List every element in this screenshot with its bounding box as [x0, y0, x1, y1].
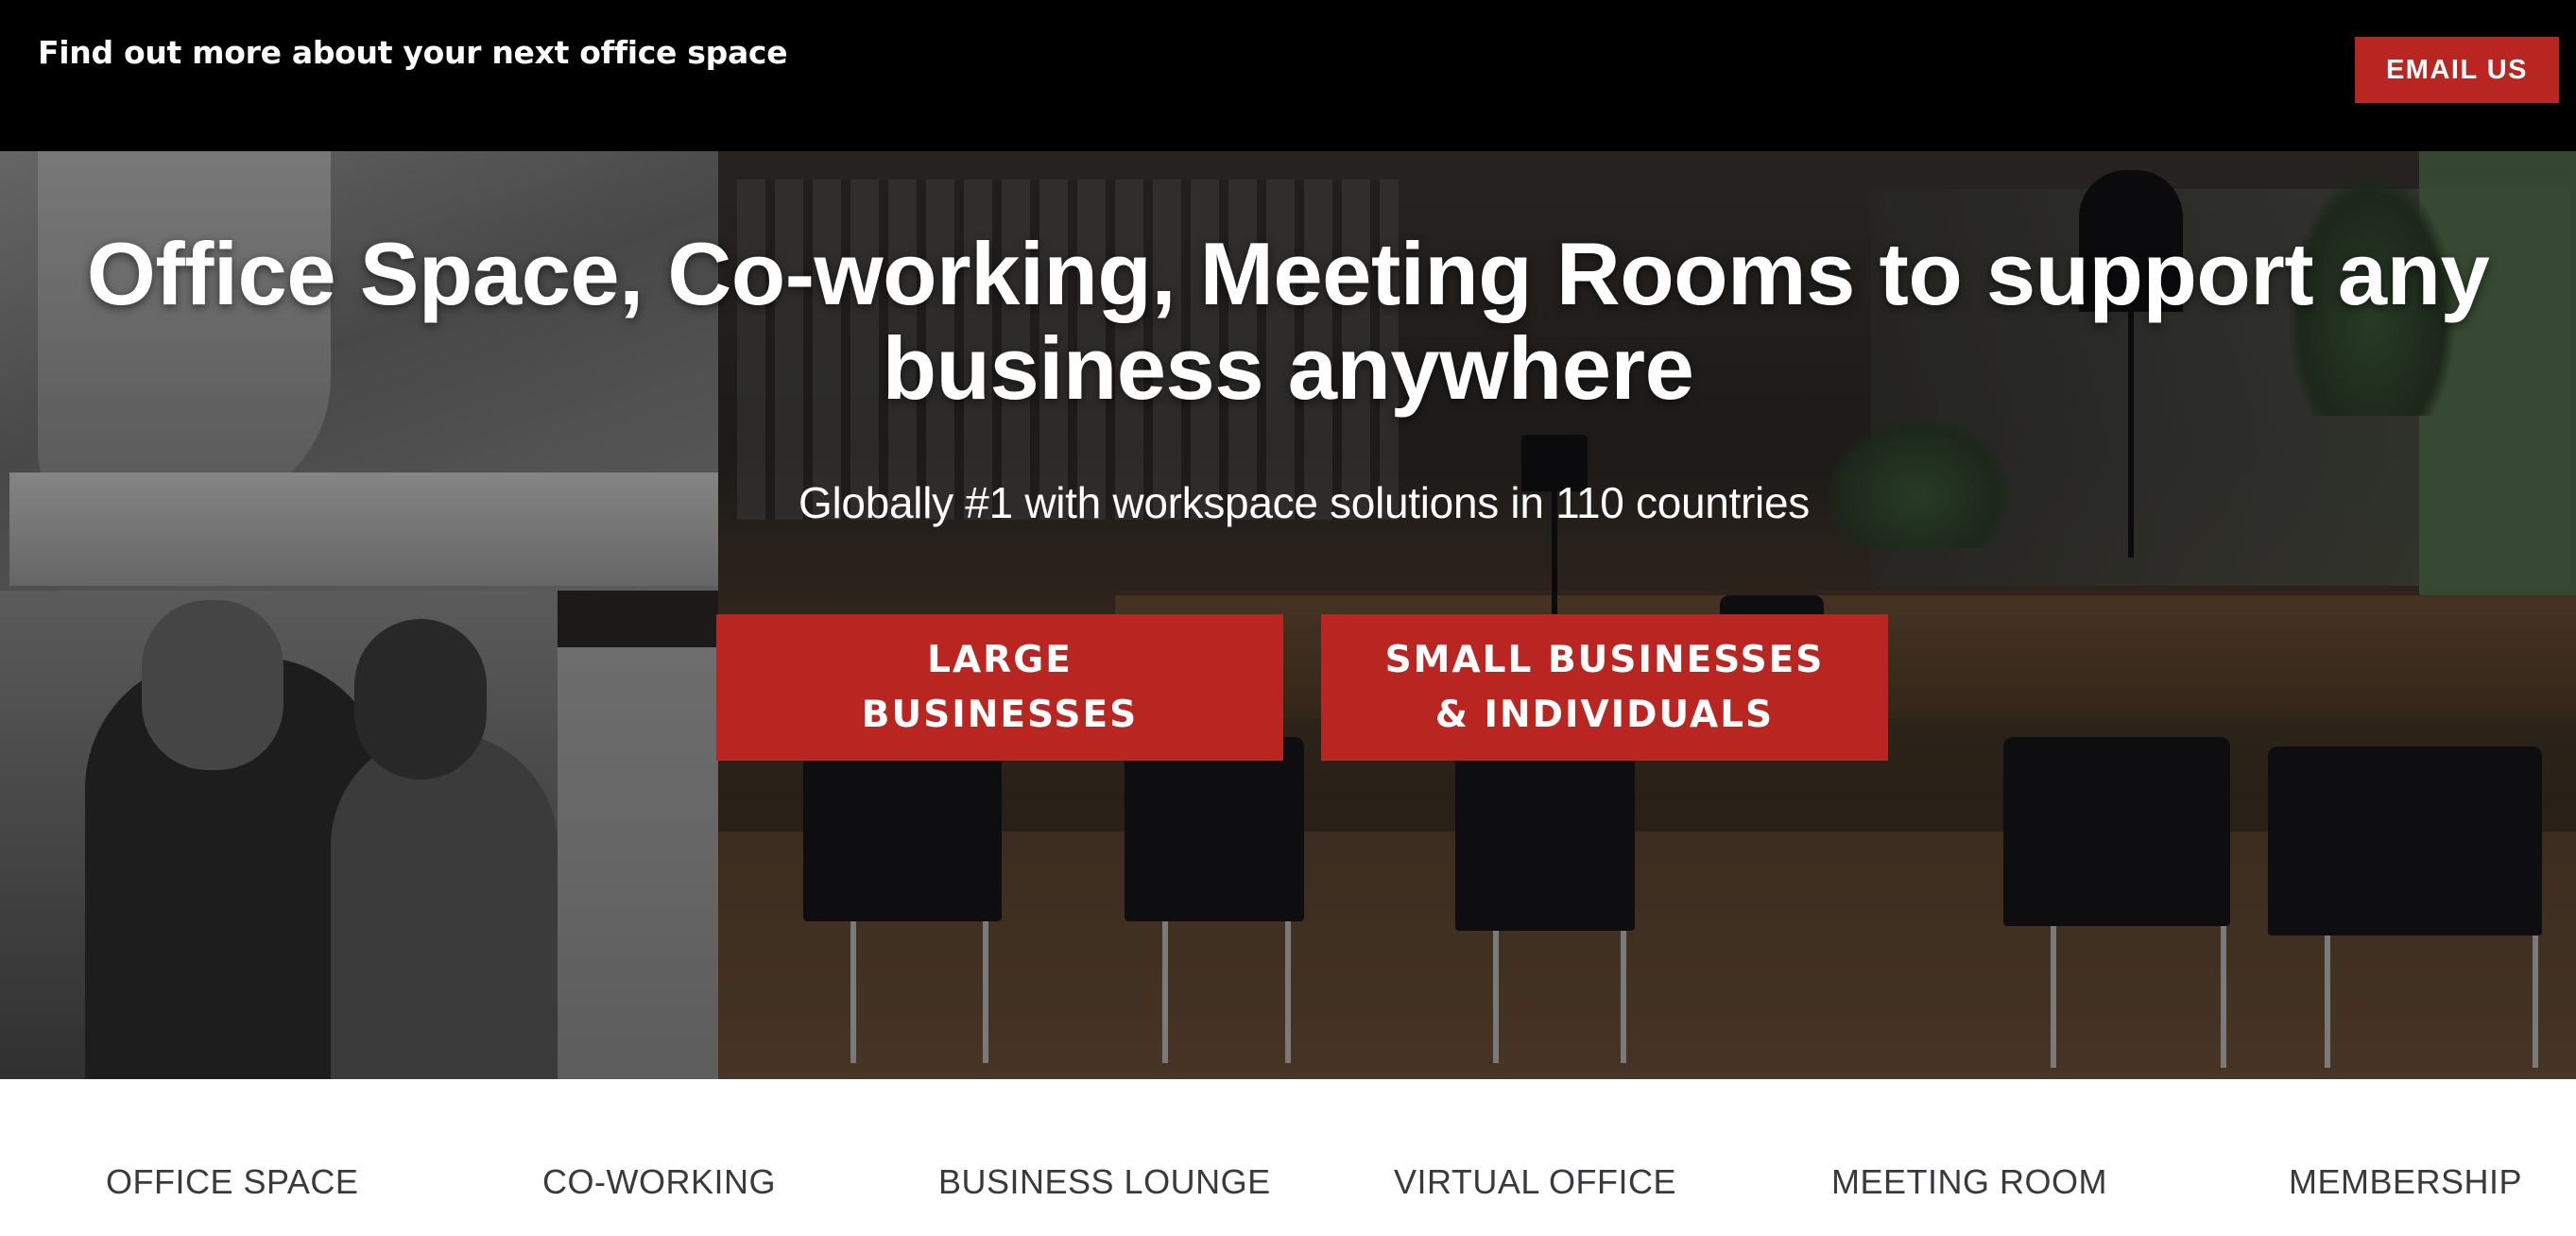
nav-item-meeting-room[interactable]: MEETING ROOM	[1831, 1162, 2107, 1202]
hero-title: Office Space, Co-working, Meeting Rooms …	[86, 224, 2490, 418]
hero-subtitle: Globally #1 with workspace solutions in …	[799, 478, 1810, 527]
product-nav: OFFICE SPACE CO-WORKING BUSINESS LOUNGE …	[0, 1079, 2576, 1236]
top-bar: Find out more about your next office spa…	[0, 0, 2576, 151]
nav-item-co-working[interactable]: CO-WORKING	[542, 1162, 776, 1202]
large-businesses-line1: LARGE	[927, 638, 1073, 681]
small-businesses-button[interactable]: SMALL BUSINESSES & INDIVIDUALS	[1321, 614, 1888, 761]
topbar-message: Find out more about your next office spa…	[38, 34, 788, 71]
hero-banner: Office Space, Co-working, Meeting Rooms …	[0, 151, 2576, 1079]
nav-item-virtual-office[interactable]: VIRTUAL OFFICE	[1394, 1162, 1676, 1202]
nav-item-office-space[interactable]: OFFICE SPACE	[106, 1162, 358, 1202]
small-businesses-line1: SMALL BUSINESSES	[1384, 638, 1825, 681]
large-businesses-button[interactable]: LARGE BUSINESSES	[716, 614, 1283, 761]
email-us-button[interactable]: EMAIL US	[2355, 37, 2559, 103]
nav-item-membership[interactable]: MEMBERSHIP	[2289, 1162, 2522, 1202]
large-businesses-line2: BUSINESSES	[861, 693, 1139, 736]
small-businesses-line2: & INDIVIDUALS	[1434, 693, 1775, 736]
nav-item-business-lounge[interactable]: BUSINESS LOUNGE	[938, 1162, 1271, 1202]
